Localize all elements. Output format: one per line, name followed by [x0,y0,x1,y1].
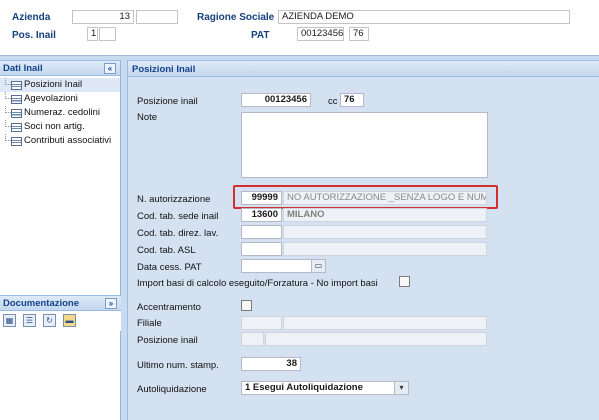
azienda-label: Azienda [12,12,51,23]
pos-inail-field[interactable]: 1 [87,27,98,41]
refresh-icon[interactable]: ↻ [43,314,56,327]
posizione-inail-label: Posizione inail [137,96,198,107]
autoliquidazione-select[interactable]: 1 Esegui Autoliquidazione ▾ [241,381,409,395]
azienda-code-field[interactable]: 13 [72,10,134,24]
form-icon [11,137,22,146]
note-textarea[interactable] [241,112,488,178]
sidebar-item-numeraz-cedolini[interactable]: Numeraz. cedolini [0,106,120,120]
filiale-desc-field [283,316,487,330]
asl-label: Cod. tab. ASL [137,245,196,256]
direz-lav-label: Cod. tab. direz. lav. [137,228,219,239]
left-panel: Dati Inail « Posizioni Inail Agevolazion… [0,60,121,420]
sidebar-item-soci-non-artig[interactable]: Soci non artig. [0,120,120,134]
ultimo-stamp-label: Ultimo num. stamp. [137,360,219,371]
dati-inail-title: Dati Inail [3,63,43,74]
pos-inail-label: Pos. Inail [12,30,56,41]
cc-label: cc [328,96,338,107]
note-label: Note [137,112,158,123]
documentazione-panel: Documentazione » ▦ ☰ ↻ ▬ [0,295,121,331]
list-icon[interactable]: ☰ [23,314,36,327]
asl-code-field[interactable] [241,242,282,256]
sidebar-item-label: Numeraz. cedolini [24,107,101,118]
double-chevron-left-icon[interactable]: « [104,63,116,74]
sede-inail-label: Cod. tab. sede inail [137,211,219,222]
calendar-icon[interactable]: ▭ [311,260,325,272]
accentramento-label: Accentramento [137,302,201,313]
posizione-inail-2-label: Posizione inail [137,335,198,346]
dati-inail-tree: Posizioni Inail Agevolazioni Numeraz. ce… [0,76,120,148]
sede-inail-desc-field: MILANO [283,208,487,222]
ragione-sociale-label: Ragione Sociale [197,12,275,23]
sidebar-item-label: Contributi associativi [24,135,112,146]
direz-lav-code-field[interactable] [241,225,282,239]
double-chevron-down-icon[interactable]: » [105,298,117,309]
company-header: Azienda 13 Ragione Sociale AZIENDA DEMO … [0,0,599,56]
sidebar-item-label: Agevolazioni [24,93,78,104]
documentazione-title: Documentazione [3,298,80,309]
sede-inail-code-field[interactable]: 13600 [241,208,282,222]
highlight-box [233,185,498,209]
sidebar-item-posizioni-inail[interactable]: Posizioni Inail [0,78,120,92]
autorizzazione-label: N. autorizzazione [137,194,211,205]
pat-cc-field[interactable]: 76 [349,27,369,41]
sidebar-item-label: Soci non artig. [24,121,85,132]
cess-pat-label: Data cess. PAT [137,262,202,273]
chevron-down-icon[interactable]: ▾ [394,382,408,394]
posizione-inail-2-field [241,332,264,346]
folder-icon[interactable]: ▬ [63,314,76,327]
direz-lav-desc-field [283,225,487,239]
pos-inail-extra-field[interactable] [99,27,116,41]
form-icon [11,123,22,132]
import-basi-checkbox[interactable] [399,276,410,287]
form-icon [11,95,22,104]
pat-label: PAT [251,30,270,41]
accentramento-checkbox[interactable] [241,300,252,311]
pat-field[interactable]: 00123456 [297,27,344,41]
import-basi-label: Import basi di calcolo eseguito/Forzatur… [137,278,378,289]
filiale-code-field [241,316,282,330]
ragione-sociale-field[interactable]: AZIENDA DEMO [278,10,570,24]
cess-pat-date-field[interactable]: ▭ [241,259,326,273]
form-icon [11,81,22,90]
autoliquidazione-label: Autoliquidazione [137,384,207,395]
sidebar-item-label: Posizioni Inail [24,79,83,90]
sidebar-item-agevolazioni[interactable]: Agevolazioni [0,92,120,106]
azienda-extra-field[interactable] [136,10,178,24]
sidebar-item-contributi-associativi[interactable]: Contributi associativi [0,134,120,148]
documentazione-toolbar: ▦ ☰ ↻ ▬ [0,311,121,331]
dati-inail-header: Dati Inail « [0,60,120,76]
posizioni-inail-title: Posizioni Inail [128,60,599,77]
posizione-inail-2-desc-field [265,332,487,346]
grid-icon[interactable]: ▦ [3,314,16,327]
documentazione-header: Documentazione » [0,295,121,311]
asl-desc-field [283,242,487,256]
filiale-label: Filiale [137,318,162,329]
ultimo-stamp-field[interactable]: 38 [241,357,301,371]
autoliquidazione-value: 1 Esegui Autoliquidazione [245,382,363,393]
form-icon [11,109,22,118]
cc-field[interactable]: 76 [340,93,364,107]
posizione-inail-field[interactable]: 00123456 [241,93,311,107]
